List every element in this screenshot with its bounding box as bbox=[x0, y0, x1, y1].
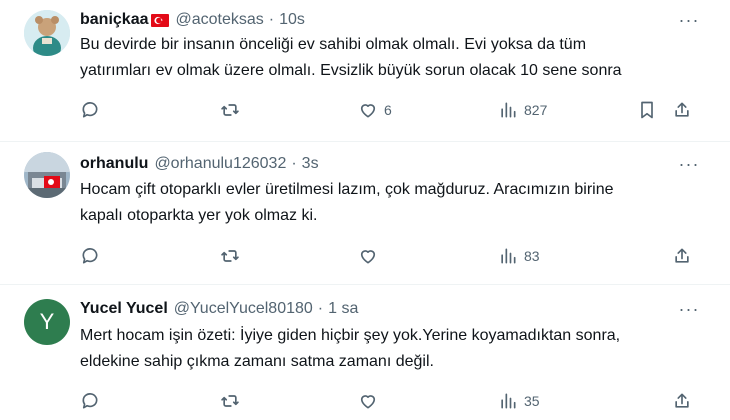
share-icon bbox=[675, 102, 689, 117]
tweet-text-line: Mert hocam işin özeti: İyiye giden hiçbi… bbox=[80, 327, 621, 344]
bookmark-button[interactable] bbox=[637, 96, 657, 124]
bookmark-icon bbox=[641, 101, 653, 119]
tweet-text-line: yatırımları ev olmak üzere olmalı. Evsiz… bbox=[80, 62, 622, 79]
like-button[interactable]: 6 bbox=[358, 96, 392, 124]
tweet-text: Hocam çift otoparklı evler üretilmesi la… bbox=[80, 177, 710, 229]
like-count: 6 bbox=[384, 102, 392, 118]
tweet-header: Yucel Yucel @YucelYucel80180 · 1 sa bbox=[80, 298, 358, 320]
views-button[interactable]: 83 bbox=[498, 242, 540, 270]
views-button[interactable]: 827 bbox=[498, 96, 547, 124]
retweet-icon bbox=[221, 250, 239, 262]
reply-button[interactable] bbox=[80, 387, 100, 415]
views-icon bbox=[501, 102, 516, 118]
views-button[interactable]: 35 bbox=[498, 387, 540, 415]
tweet-text-line: kapalı otoparkta yer yok olmaz ki. bbox=[80, 207, 318, 224]
display-name[interactable]: Yucel Yucel bbox=[80, 300, 168, 318]
user-handle[interactable]: @acoteksas bbox=[175, 11, 263, 29]
share-icon bbox=[675, 248, 689, 263]
heart-icon bbox=[360, 250, 376, 264]
share-button[interactable] bbox=[672, 387, 692, 415]
tweet-2[interactable]: orhanulu @orhanulu126032 · 3s ··· Hocam … bbox=[0, 142, 730, 282]
heart-icon bbox=[360, 104, 376, 118]
more-icon[interactable]: ··· bbox=[676, 299, 702, 319]
avatar[interactable]: Y bbox=[24, 299, 70, 345]
retweet-button[interactable] bbox=[220, 242, 240, 270]
user-handle[interactable]: @YucelYucel80180 bbox=[174, 300, 313, 318]
like-button[interactable] bbox=[358, 387, 384, 415]
avatar[interactable] bbox=[24, 10, 70, 56]
tweet-text: Mert hocam işin özeti: İyiye giden hiçbi… bbox=[80, 323, 710, 375]
avatar-letter: Y bbox=[39, 309, 55, 334]
action-bar: 6 827 bbox=[70, 96, 710, 124]
reply-button[interactable] bbox=[80, 242, 100, 270]
heart-icon bbox=[360, 395, 376, 409]
avatar[interactable] bbox=[24, 152, 70, 198]
tweet-header: baniçkaa @acoteksas · 10s bbox=[80, 9, 305, 31]
tweet-text-line: eldekine sahip çıkma zamanı satma zamanı… bbox=[80, 353, 434, 370]
reply-icon bbox=[82, 102, 98, 118]
tweet-text-line: Hocam çift otoparklı evler üretilmesi la… bbox=[80, 181, 614, 198]
reply-button[interactable] bbox=[80, 96, 100, 124]
display-name[interactable]: orhanulu bbox=[80, 155, 148, 173]
tweet-1[interactable]: baniçkaa @acoteksas · 10s ··· Bu devirde… bbox=[0, 0, 730, 140]
avatar-image bbox=[24, 10, 70, 56]
view-count: 83 bbox=[524, 248, 540, 264]
retweet-icon bbox=[221, 395, 239, 407]
retweet-button[interactable] bbox=[220, 387, 240, 415]
tweet-text-line: Bu devirde bir insanın önceliği ev sahib… bbox=[80, 36, 587, 53]
share-button[interactable] bbox=[672, 96, 692, 124]
display-name[interactable]: baniçkaa bbox=[80, 11, 148, 29]
separator-dot: · bbox=[317, 300, 324, 317]
separator-dot: · bbox=[291, 155, 297, 172]
share-button[interactable] bbox=[672, 242, 692, 270]
separator-dot: · bbox=[268, 11, 275, 28]
reply-icon bbox=[82, 248, 98, 264]
reply-icon bbox=[82, 393, 98, 409]
timestamp[interactable]: 10s bbox=[279, 11, 305, 29]
avatar-image bbox=[24, 152, 70, 198]
action-bar: 35 bbox=[70, 387, 710, 415]
more-icon[interactable]: ··· bbox=[676, 10, 702, 30]
share-icon bbox=[675, 393, 689, 408]
timestamp[interactable]: 3s bbox=[302, 155, 319, 173]
action-bar: 83 bbox=[70, 242, 710, 270]
tweet-header: orhanulu @orhanulu126032 · 3s bbox=[80, 153, 319, 175]
view-count: 35 bbox=[524, 393, 540, 409]
views-icon bbox=[501, 248, 516, 264]
view-count: 827 bbox=[524, 102, 548, 118]
timestamp[interactable]: 1 sa bbox=[328, 300, 358, 318]
tweet-text: Bu devirde bir insanın önceliği ev sahib… bbox=[80, 32, 710, 84]
more-icon[interactable]: ··· bbox=[676, 154, 702, 174]
tweet-3[interactable]: Y Yucel Yucel @YucelYucel80180 · 1 sa ··… bbox=[0, 285, 730, 420]
views-icon bbox=[501, 393, 516, 409]
retweet-button[interactable] bbox=[220, 96, 240, 124]
flag-icon bbox=[151, 13, 170, 27]
retweet-icon bbox=[221, 104, 239, 116]
like-button[interactable] bbox=[358, 242, 384, 270]
user-handle[interactable]: @orhanulu126032 bbox=[154, 155, 286, 173]
